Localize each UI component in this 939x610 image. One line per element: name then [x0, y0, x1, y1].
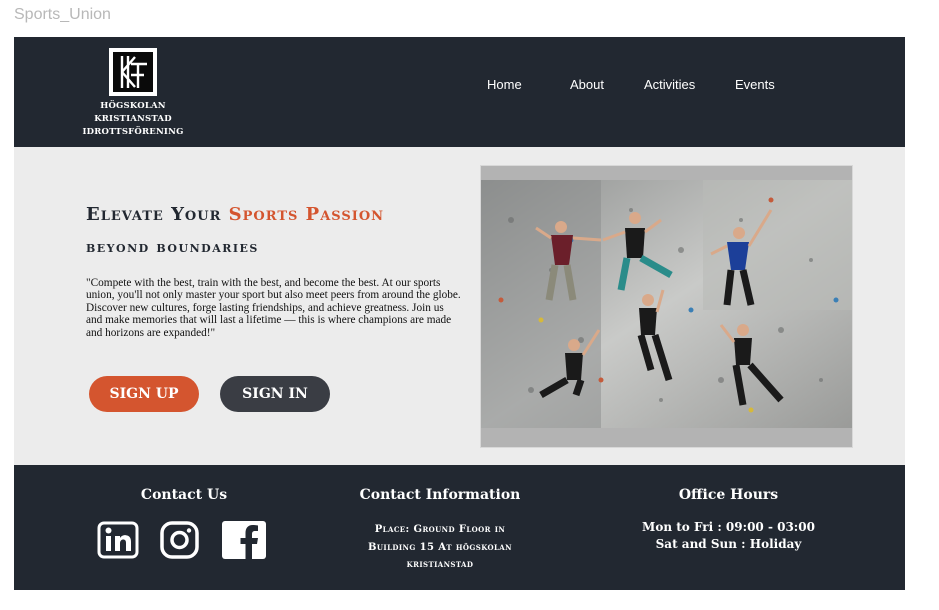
sign-in-button[interactable]: SIGN IN	[220, 376, 330, 412]
site-header: HÖGSKOLAN KRISTIANSTAD IDROTTSFÖRENING H…	[14, 37, 905, 147]
hero-description: "Compete with the best, train with the b…	[86, 277, 461, 339]
contact-info-heading: Contact Information	[359, 487, 521, 503]
facebook-icon[interactable]	[222, 521, 266, 559]
nav-home[interactable]: Home	[487, 77, 522, 92]
nav-events[interactable]: Events	[735, 77, 775, 92]
contact-us-heading: Contact Us	[140, 487, 228, 503]
hero-title: Elevate Your Sports Passion	[86, 204, 384, 225]
nav-about[interactable]: About	[570, 77, 604, 92]
linkedin-icon[interactable]	[97, 521, 139, 559]
app-title: Sports_Union	[14, 6, 111, 23]
main-nav: Home About Activities Events	[14, 37, 905, 133]
nav-activities[interactable]: Activities	[644, 77, 695, 92]
weekend-hours: Sat and Sun : Holiday	[655, 537, 802, 551]
climbing-photo	[480, 165, 853, 448]
sign-up-button[interactable]: SIGN UP	[89, 376, 199, 412]
office-hours: Mon to Fri : 09:00 - 03:00 Sat and Sun :…	[624, 519, 833, 553]
hero-section: Elevate Your Sports Passion beyond bound…	[14, 147, 905, 465]
address-line: kristianstad	[406, 559, 474, 570]
instagram-icon[interactable]	[160, 521, 200, 559]
contact-address: Place: Ground Floor in Building 15 At hö…	[344, 521, 536, 574]
hero-subtitle: beyond boundaries	[86, 238, 259, 256]
weekday-hours: Mon to Fri : 09:00 - 03:00	[642, 520, 815, 534]
hero-title-accent: Sports Passion	[228, 204, 385, 225]
address-line: Place: Ground Floor in	[374, 524, 506, 535]
site-footer: Contact Us Contact Information Place: Gr…	[14, 465, 905, 590]
address-line: Building 15 At högskolan	[368, 541, 512, 553]
office-hours-heading: Office Hours	[678, 487, 779, 503]
hero-title-text: Elevate Your	[86, 204, 229, 225]
climbers-image	[481, 180, 852, 428]
